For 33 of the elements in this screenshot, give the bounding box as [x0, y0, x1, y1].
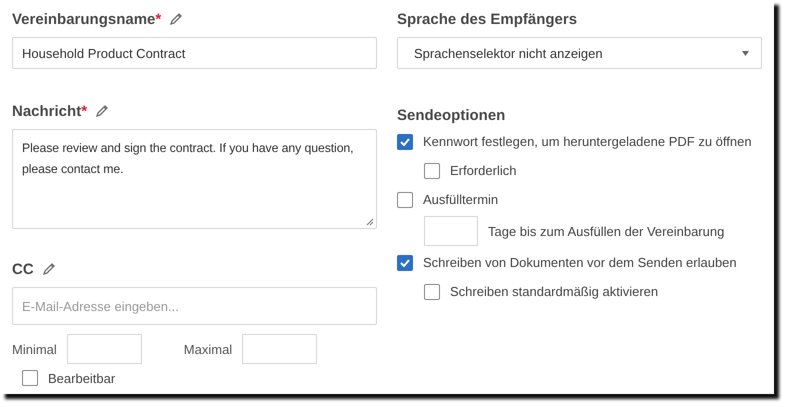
message-field[interactable]: Please review and sign the contract. If you have any question, please contact me. — [12, 129, 377, 229]
agreement-name-field[interactable]: Household Product Contract — [12, 37, 377, 69]
minimum-field[interactable] — [66, 334, 142, 364]
pencil-icon[interactable] — [42, 262, 56, 276]
option-label: Schreiben von Dokumenten vor dem Senden erlauben — [423, 255, 737, 270]
pencil-icon[interactable] — [169, 12, 184, 26]
option-label: Ausfülltermin — [423, 192, 498, 207]
maximum-label: Maximal — [184, 342, 232, 356]
option-label: Kennwort festlegen, um heruntergeladene PDF zu öffnen — [423, 134, 752, 149]
days-field[interactable] — [424, 216, 478, 246]
field-label: Nachricht* — [12, 102, 88, 120]
check-icon — [400, 138, 410, 146]
pencil-icon[interactable] — [95, 104, 110, 118]
option-label: Schreiben standardmäßig aktivieren — [450, 284, 658, 299]
field-label: Vereinbarungsname* — [12, 10, 162, 28]
field-label: Sprache des Empfängers — [397, 10, 578, 28]
check-icon — [400, 258, 410, 266]
minimum-label: Minimal — [12, 342, 57, 356]
checkbox[interactable] — [22, 370, 38, 386]
field-label: CC — [12, 260, 34, 278]
option-label: Bearbeitbar — [48, 370, 116, 386]
maximum-field[interactable] — [242, 334, 318, 364]
checkbox[interactable] — [397, 254, 413, 270]
option-label: Erforderlich — [450, 163, 516, 178]
section-title: Sendeoptionen — [397, 106, 506, 124]
language-dropdown[interactable]: Sprachenselektor nicht anzeigen — [397, 37, 762, 69]
checkbox[interactable] — [424, 162, 440, 178]
checkbox[interactable] — [397, 192, 413, 208]
checkbox[interactable] — [397, 134, 413, 150]
option-label: Tage bis zum Ausfüllen der Vereinbarung — [488, 224, 724, 238]
resize-grip-icon[interactable] — [366, 218, 374, 226]
checkbox[interactable] — [424, 284, 440, 300]
caret-icon — [742, 50, 749, 56]
